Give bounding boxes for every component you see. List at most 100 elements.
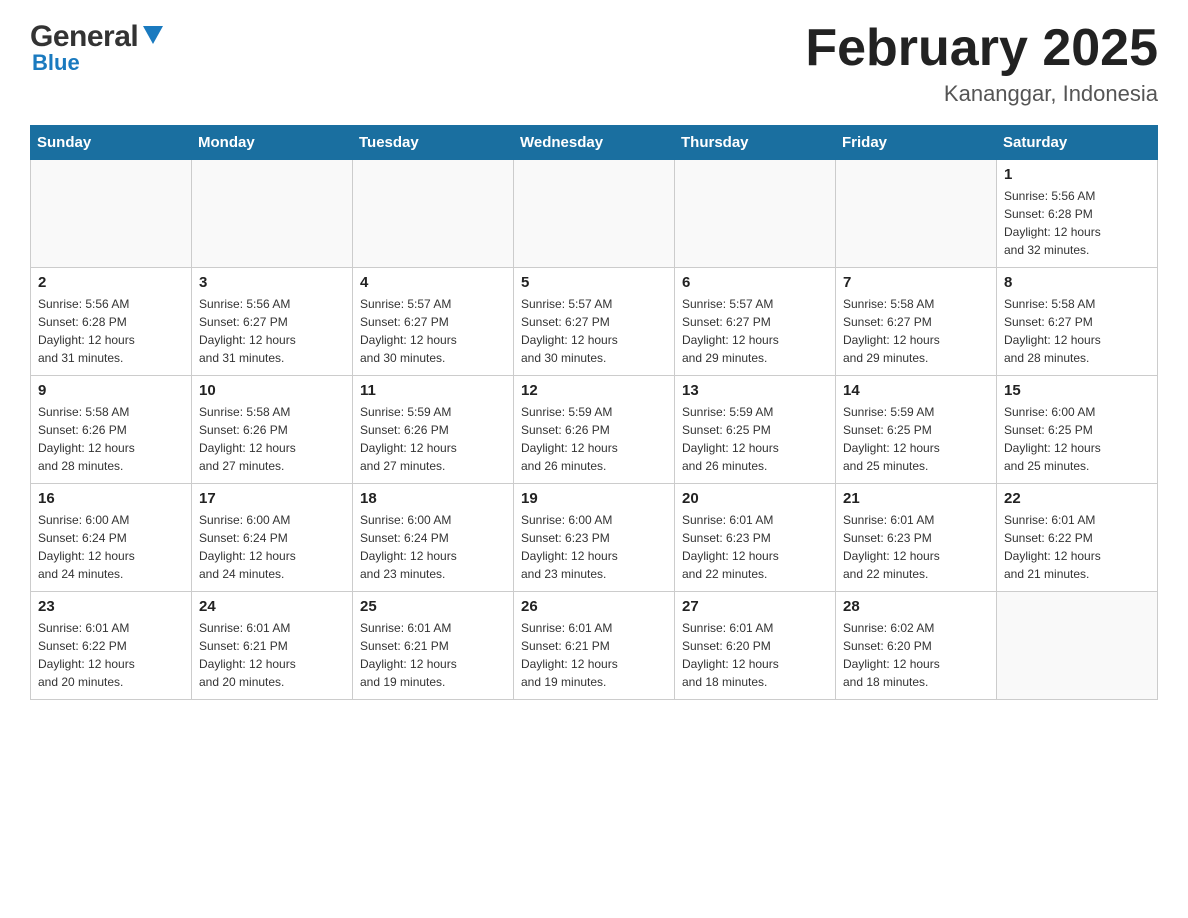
day-number: 17 bbox=[199, 490, 345, 507]
day-number: 3 bbox=[199, 274, 345, 291]
calendar-cell: 23 Sunrise: 6:01 AM Sunset: 6:22 PM Dayli… bbox=[31, 592, 192, 700]
day-number: 21 bbox=[843, 490, 989, 507]
day-number: 16 bbox=[38, 490, 184, 507]
day-number: 13 bbox=[682, 382, 828, 399]
day-info: Sunrise: 6:00 AM Sunset: 6:24 PM Dayligh… bbox=[38, 511, 184, 583]
logo-blue-text: Blue bbox=[30, 50, 80, 76]
day-number: 12 bbox=[521, 382, 667, 399]
day-number: 8 bbox=[1004, 274, 1150, 291]
day-number: 15 bbox=[1004, 382, 1150, 399]
calendar-cell bbox=[353, 160, 514, 268]
day-info: Sunrise: 5:59 AM Sunset: 6:26 PM Dayligh… bbox=[521, 403, 667, 475]
day-info: Sunrise: 5:58 AM Sunset: 6:26 PM Dayligh… bbox=[199, 403, 345, 475]
day-info: Sunrise: 5:59 AM Sunset: 6:26 PM Dayligh… bbox=[360, 403, 506, 475]
calendar-cell bbox=[31, 160, 192, 268]
calendar-week-row: 1 Sunrise: 5:56 AM Sunset: 6:28 PM Daylig… bbox=[31, 160, 1158, 268]
calendar-cell: 8 Sunrise: 5:58 AM Sunset: 6:27 PM Daylig… bbox=[997, 268, 1158, 376]
day-number: 23 bbox=[38, 598, 184, 615]
calendar-cell: 20 Sunrise: 6:01 AM Sunset: 6:23 PM Dayli… bbox=[675, 484, 836, 592]
day-info: Sunrise: 5:58 AM Sunset: 6:26 PM Dayligh… bbox=[38, 403, 184, 475]
calendar-header-wednesday: Wednesday bbox=[514, 126, 675, 160]
day-number: 26 bbox=[521, 598, 667, 615]
day-info: Sunrise: 6:01 AM Sunset: 6:21 PM Dayligh… bbox=[360, 619, 506, 691]
day-number: 19 bbox=[521, 490, 667, 507]
calendar-cell: 22 Sunrise: 6:01 AM Sunset: 6:22 PM Dayli… bbox=[997, 484, 1158, 592]
calendar-cell: 2 Sunrise: 5:56 AM Sunset: 6:28 PM Daylig… bbox=[31, 268, 192, 376]
logo-arrow-icon bbox=[138, 26, 168, 48]
calendar-header-saturday: Saturday bbox=[997, 126, 1158, 160]
logo-general-text: General bbox=[30, 20, 138, 54]
day-number: 25 bbox=[360, 598, 506, 615]
day-number: 14 bbox=[843, 382, 989, 399]
calendar-cell: 21 Sunrise: 6:01 AM Sunset: 6:23 PM Dayli… bbox=[836, 484, 997, 592]
calendar-cell: 11 Sunrise: 5:59 AM Sunset: 6:26 PM Dayli… bbox=[353, 376, 514, 484]
calendar-cell: 17Sunrise: 6:00 AM Sunset: 6:24 PM Dayli… bbox=[192, 484, 353, 592]
day-info: Sunrise: 6:02 AM Sunset: 6:20 PM Dayligh… bbox=[843, 619, 989, 691]
day-number: 24 bbox=[199, 598, 345, 615]
day-info: Sunrise: 5:58 AM Sunset: 6:27 PM Dayligh… bbox=[1004, 295, 1150, 367]
calendar-cell: 9 Sunrise: 5:58 AM Sunset: 6:26 PM Daylig… bbox=[31, 376, 192, 484]
day-info: Sunrise: 5:59 AM Sunset: 6:25 PM Dayligh… bbox=[843, 403, 989, 475]
calendar-header-sunday: Sunday bbox=[31, 126, 192, 160]
calendar-cell bbox=[514, 160, 675, 268]
calendar-cell: 18Sunrise: 6:00 AM Sunset: 6:24 PM Dayli… bbox=[353, 484, 514, 592]
day-info: Sunrise: 6:01 AM Sunset: 6:22 PM Dayligh… bbox=[1004, 511, 1150, 583]
day-info: Sunrise: 5:57 AM Sunset: 6:27 PM Dayligh… bbox=[521, 295, 667, 367]
day-info: Sunrise: 6:01 AM Sunset: 6:21 PM Dayligh… bbox=[199, 619, 345, 691]
month-title: February 2025 bbox=[805, 20, 1158, 77]
title-block: February 2025 Kananggar, Indonesia bbox=[805, 20, 1158, 107]
day-info: Sunrise: 6:01 AM Sunset: 6:21 PM Dayligh… bbox=[521, 619, 667, 691]
calendar-cell bbox=[997, 592, 1158, 700]
day-info: Sunrise: 5:57 AM Sunset: 6:27 PM Dayligh… bbox=[682, 295, 828, 367]
calendar-week-row: 16 Sunrise: 6:00 AM Sunset: 6:24 PM Dayli… bbox=[31, 484, 1158, 592]
day-number: 20 bbox=[682, 490, 828, 507]
day-info: Sunrise: 6:01 AM Sunset: 6:23 PM Dayligh… bbox=[843, 511, 989, 583]
day-info: Sunrise: 5:56 AM Sunset: 6:27 PM Dayligh… bbox=[199, 295, 345, 367]
day-number: 1 bbox=[1004, 166, 1150, 183]
day-info: Sunrise: 5:57 AM Sunset: 6:27 PM Dayligh… bbox=[360, 295, 506, 367]
day-info: Sunrise: 6:01 AM Sunset: 6:23 PM Dayligh… bbox=[682, 511, 828, 583]
calendar-cell: 7 Sunrise: 5:58 AM Sunset: 6:27 PM Daylig… bbox=[836, 268, 997, 376]
day-info: Sunrise: 5:56 AM Sunset: 6:28 PM Dayligh… bbox=[38, 295, 184, 367]
day-number: 6 bbox=[682, 274, 828, 291]
calendar-cell: 10 Sunrise: 5:58 AM Sunset: 6:26 PM Dayli… bbox=[192, 376, 353, 484]
day-number: 2 bbox=[38, 274, 184, 291]
calendar-cell: 14 Sunrise: 5:59 AM Sunset: 6:25 PM Dayli… bbox=[836, 376, 997, 484]
day-info: Sunrise: 5:58 AM Sunset: 6:27 PM Dayligh… bbox=[843, 295, 989, 367]
calendar-cell: 25 Sunrise: 6:01 AM Sunset: 6:21 PM Dayli… bbox=[353, 592, 514, 700]
day-number: 4 bbox=[360, 274, 506, 291]
day-number: 11 bbox=[360, 382, 506, 399]
calendar-cell: 27 Sunrise: 6:01 AM Sunset: 6:20 PM Dayli… bbox=[675, 592, 836, 700]
day-number: 9 bbox=[38, 382, 184, 399]
calendar-cell: 24 Sunrise: 6:01 AM Sunset: 6:21 PM Dayli… bbox=[192, 592, 353, 700]
calendar-cell: 5 Sunrise: 5:57 AM Sunset: 6:27 PM Daylig… bbox=[514, 268, 675, 376]
day-number: 10 bbox=[199, 382, 345, 399]
calendar-cell bbox=[192, 160, 353, 268]
calendar-cell: 19Sunrise: 6:00 AM Sunset: 6:23 PM Dayli… bbox=[514, 484, 675, 592]
day-number: 28 bbox=[843, 598, 989, 615]
day-number: 27 bbox=[682, 598, 828, 615]
calendar-cell: 28 Sunrise: 6:02 AM Sunset: 6:20 PM Dayli… bbox=[836, 592, 997, 700]
location-title: Kananggar, Indonesia bbox=[805, 81, 1158, 107]
calendar-cell: 3 Sunrise: 5:56 AM Sunset: 6:27 PM Daylig… bbox=[192, 268, 353, 376]
calendar-header-tuesday: Tuesday bbox=[353, 126, 514, 160]
logo: General Blue bbox=[30, 20, 168, 76]
day-info: Sunrise: 5:56 AM Sunset: 6:28 PM Dayligh… bbox=[1004, 187, 1150, 259]
day-info: Sunrise: 6:01 AM Sunset: 6:20 PM Dayligh… bbox=[682, 619, 828, 691]
calendar-table: SundayMondayTuesdayWednesdayThursdayFrid… bbox=[30, 125, 1158, 700]
calendar-header-thursday: Thursday bbox=[675, 126, 836, 160]
day-info: Sunrise: 5:59 AM Sunset: 6:25 PM Dayligh… bbox=[682, 403, 828, 475]
calendar-cell: 6 Sunrise: 5:57 AM Sunset: 6:27 PM Daylig… bbox=[675, 268, 836, 376]
calendar-cell bbox=[675, 160, 836, 268]
calendar-cell bbox=[836, 160, 997, 268]
calendar-header-row: SundayMondayTuesdayWednesdayThursdayFrid… bbox=[31, 126, 1158, 160]
day-number: 5 bbox=[521, 274, 667, 291]
page-header: General Blue February 2025 Kananggar, In… bbox=[30, 20, 1158, 107]
calendar-cell: 12 Sunrise: 5:59 AM Sunset: 6:26 PM Dayli… bbox=[514, 376, 675, 484]
calendar-week-row: 23 Sunrise: 6:01 AM Sunset: 6:22 PM Dayli… bbox=[31, 592, 1158, 700]
calendar-week-row: 2 Sunrise: 5:56 AM Sunset: 6:28 PM Daylig… bbox=[31, 268, 1158, 376]
calendar-cell: 15Sunrise: 6:00 AM Sunset: 6:25 PM Dayli… bbox=[997, 376, 1158, 484]
day-number: 7 bbox=[843, 274, 989, 291]
day-info: Sunrise: 6:01 AM Sunset: 6:22 PM Dayligh… bbox=[38, 619, 184, 691]
day-number: 22 bbox=[1004, 490, 1150, 507]
